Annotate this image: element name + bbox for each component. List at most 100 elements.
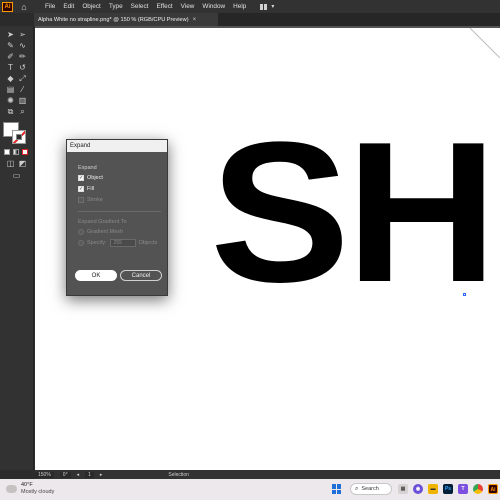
none-mode-icon[interactable] [22, 149, 28, 155]
stroke-option: Stroke [78, 194, 166, 205]
chat-icon[interactable]: ◉ [413, 484, 423, 494]
fill-option[interactable]: ✓ Fill [78, 183, 166, 194]
paintbrush-tool-icon[interactable]: ✐ [5, 52, 16, 61]
status-bar: 150% 0° ◂ 1 ▸ Selection [35, 470, 500, 479]
specify-label: Specify: [87, 240, 107, 246]
document-tab-title: Alpha White no strapline.png* @ 150 % (R… [38, 16, 189, 23]
zoom-tool-icon[interactable]: ⌕ [17, 107, 28, 116]
temperature: 40°F [21, 482, 33, 488]
menu-list: File Edit Object Type Select Effect View… [45, 0, 254, 13]
object-checkbox[interactable]: ✓ [78, 174, 84, 181]
menu-effect[interactable]: Effect [156, 0, 172, 13]
current-tool-label: Selection [168, 471, 189, 478]
eraser-tool-icon[interactable]: ◆ [5, 74, 16, 83]
eyedropper-tool-icon[interactable]: ⁄ [17, 85, 28, 94]
document-tab[interactable]: Alpha White no strapline.png* @ 150 % (R… [34, 13, 218, 26]
menu-help[interactable]: Help [233, 0, 246, 13]
scale-tool-icon[interactable]: ⤢ [17, 74, 28, 83]
weather-widget[interactable]: 40°F Mostly cloudy [6, 482, 54, 496]
layout-grid-icon [260, 3, 269, 10]
windows-taskbar: 40°F Mostly cloudy ⌕ Search ▦ ◉ ▬ Ps T A… [0, 479, 500, 500]
fill-stroke-swatches[interactable] [3, 122, 29, 146]
zoom-level[interactable]: 150% [35, 471, 54, 478]
weather-text: 40°F Mostly cloudy [21, 482, 54, 496]
curvature-tool-icon[interactable]: ∿ [17, 41, 28, 50]
gradient-mesh-label: Gradient Mesh [87, 228, 124, 235]
illustrator-logo: Ai [2, 1, 13, 12]
rotation-angle[interactable]: 0° [59, 471, 71, 478]
chrome-icon[interactable] [473, 484, 483, 494]
gradient-mesh-option: Gradient Mesh [78, 226, 166, 237]
fill-label: Fill [87, 185, 95, 192]
workspace-switcher[interactable]: ▾ [260, 3, 274, 10]
teams-icon[interactable]: T [458, 484, 468, 494]
menu-type[interactable]: Type [109, 0, 123, 13]
symbol-sprayer-tool-icon[interactable]: ✺ [5, 96, 16, 105]
anchor-point[interactable] [463, 293, 466, 296]
taskbar-apps: ⌕ Search ▦ ◉ ▬ Ps T Ai [332, 483, 500, 495]
menu-select[interactable]: Select [131, 0, 149, 13]
menu-window[interactable]: Window [202, 0, 225, 13]
home-icon[interactable]: ⌂ [19, 2, 29, 12]
column-graph-tool-icon[interactable]: ▥ [17, 96, 28, 105]
specify-option: Specify: 255 Objects [78, 237, 166, 249]
screen-mode-icon[interactable]: ▭ [11, 171, 22, 180]
gradient-mode-icon[interactable] [13, 149, 19, 155]
pen-tool-icon[interactable]: ✎ [5, 41, 16, 50]
dialog-body: Expand ✓ Object ✓ Fill Stroke Expand Gra… [78, 164, 166, 249]
tools-panel: ➤ ➢ ✎ ∿ ✐ ✏ T ↺ ◆ ⤢ ▤ ⁄ ✺ ▥ ⧉ ⌕ ◫ ◩ ▭ [0, 26, 34, 470]
document-tab-bar: Alpha White no strapline.png* @ 150 % (R… [34, 13, 500, 26]
pencil-tool-icon[interactable]: ✏ [17, 52, 28, 61]
specify-radio [78, 240, 84, 246]
search-icon: ⌕ [355, 485, 359, 492]
draw-mode-icon[interactable]: ◫ [5, 159, 16, 168]
task-view-icon[interactable]: ▦ [398, 484, 408, 494]
stroke-inner [16, 134, 22, 140]
menu-bar: Ai ⌂ File Edit Object Type Select Effect… [0, 0, 500, 13]
chevron-down-icon: ▾ [271, 4, 275, 10]
ok-button[interactable]: OK [75, 270, 117, 281]
stroke-label: Stroke [87, 196, 103, 203]
draw-behind-icon[interactable]: ◩ [17, 159, 28, 168]
illustrator-window: Ai ⌂ File Edit Object Type Select Effect… [0, 0, 500, 500]
gradient-section: Expand Gradient To Gradient Mesh Specify… [78, 218, 166, 249]
color-mode-icon[interactable] [4, 149, 10, 155]
divider [78, 211, 161, 212]
dialog-title: Expand [67, 140, 167, 152]
selection-tool-icon[interactable]: ➤ [5, 30, 16, 39]
rotate-tool-icon[interactable]: ↺ [17, 63, 28, 72]
object-label: Object [87, 174, 103, 181]
windows-start-icon[interactable] [332, 484, 342, 494]
weather-description: Mostly cloudy [21, 489, 55, 495]
partly-cloudy-icon [6, 482, 17, 493]
type-tool-icon[interactable]: T [5, 63, 16, 72]
fill-checkbox[interactable]: ✓ [78, 185, 84, 192]
artboard-tool-icon[interactable]: ⧉ [5, 107, 16, 116]
menu-edit[interactable]: Edit [63, 0, 74, 13]
artboard-corner-guide [470, 28, 500, 58]
taskbar-search[interactable]: ⌕ Search [350, 483, 392, 495]
objects-label: Objects [138, 240, 158, 246]
cancel-button[interactable]: Cancel [120, 270, 162, 281]
photoshop-icon[interactable]: Ps [443, 484, 453, 494]
expand-section-label: Expand [78, 165, 97, 171]
artboard-prev-icon[interactable]: ◂ [77, 472, 80, 478]
artboard-number[interactable]: 1 [85, 471, 94, 478]
artwork-text[interactable]: SH [210, 113, 498, 313]
close-icon[interactable]: × [193, 17, 197, 23]
artboard-next-icon[interactable]: ▸ [100, 472, 103, 478]
menu-file[interactable]: File [45, 0, 55, 13]
search-label: Search [361, 486, 379, 492]
object-option[interactable]: ✓ Object [78, 172, 166, 183]
expand-dialog: Expand Expand ✓ Object ✓ Fill Stroke Exp… [66, 139, 168, 296]
gradient-tool-icon[interactable]: ▤ [5, 85, 16, 94]
menu-object[interactable]: Object [82, 0, 100, 13]
direct-selection-tool-icon[interactable]: ➢ [17, 30, 28, 39]
stroke-swatch[interactable] [12, 130, 26, 144]
expand-gradient-label: Expand Gradient To [78, 219, 127, 225]
file-explorer-icon[interactable]: ▬ [428, 484, 438, 494]
menu-view[interactable]: View [181, 0, 195, 13]
gradient-mesh-radio [78, 228, 84, 235]
specify-objects-field: 255 [109, 239, 136, 247]
illustrator-taskbar-icon[interactable]: Ai [488, 484, 498, 494]
